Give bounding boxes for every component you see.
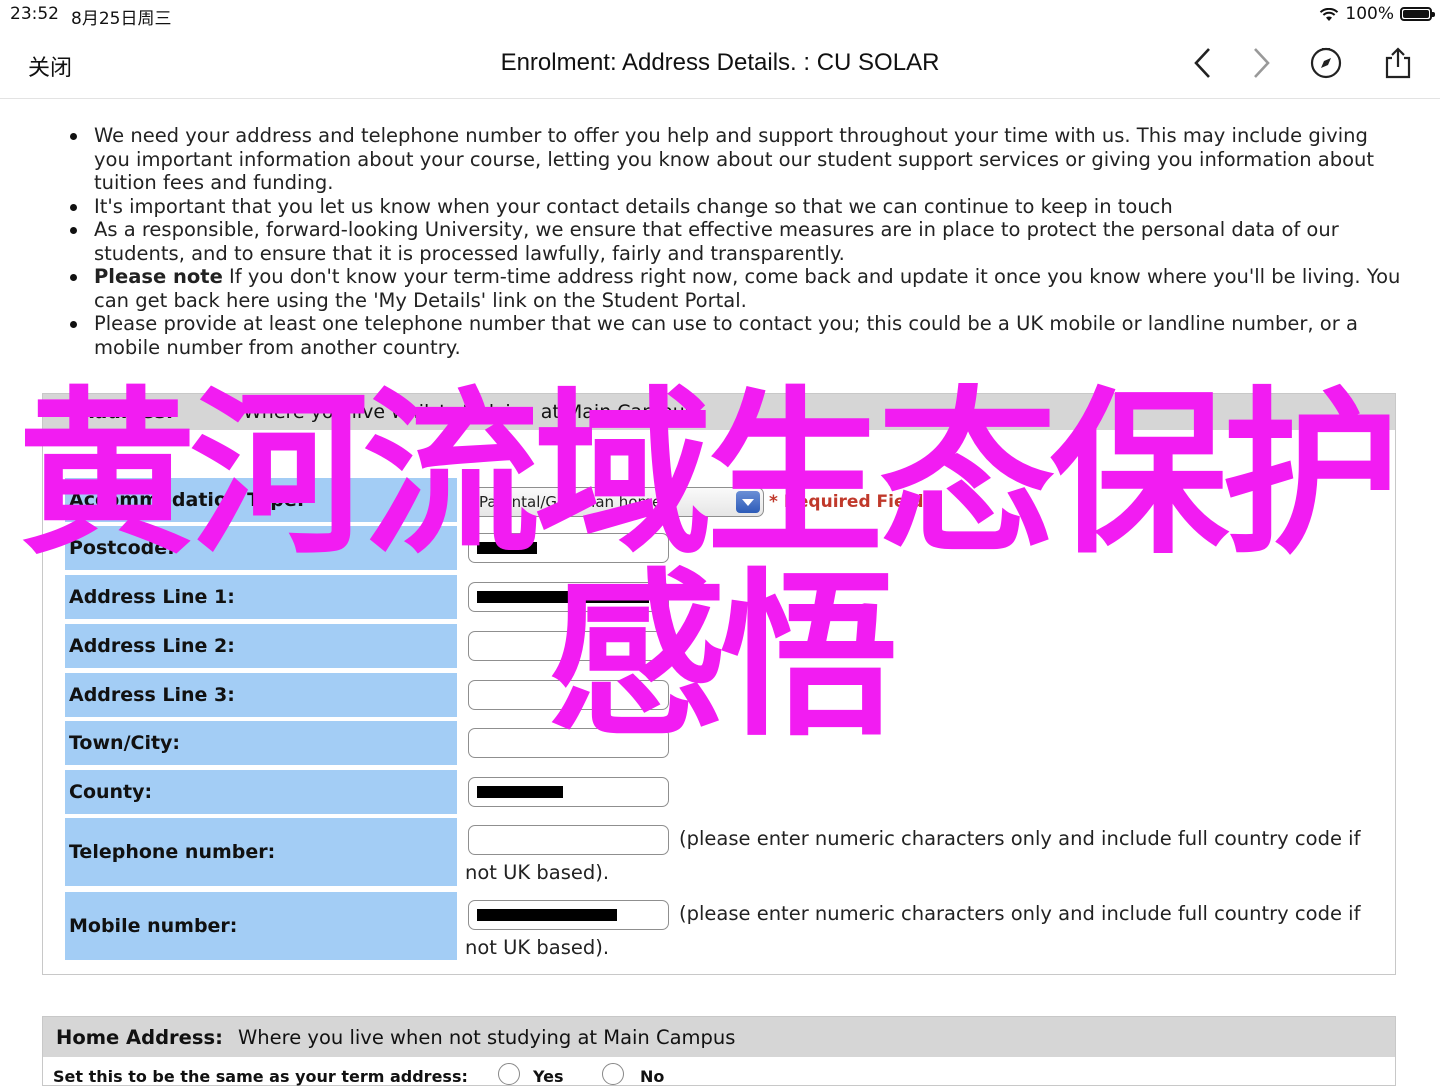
home-address-subheading: Where you live when not studying at Main… <box>238 1026 736 1049</box>
status-bar: 23:52 8月25日周三 100% <box>0 0 1440 29</box>
home-address-header: Home Address: Where you live when not st… <box>43 1017 1395 1057</box>
address-line-3-label: Address Line 3: <box>65 673 457 717</box>
radio-yes-label: Yes <box>533 1067 564 1086</box>
forward-chevron-icon[interactable] <box>1243 45 1279 81</box>
town-city-label: Town/City: <box>65 721 457 765</box>
status-date: 8月25日周三 <box>71 9 172 29</box>
overlay-subheadline: 感悟 <box>548 553 898 760</box>
back-chevron-icon[interactable] <box>1185 45 1221 81</box>
home-address-panel: Home Address: Where you live when not st… <box>42 1016 1396 1086</box>
battery-percent: 100% <box>1345 4 1394 24</box>
county-input[interactable] <box>468 777 669 807</box>
intro-list: We need your address and telephone numbe… <box>66 124 1406 359</box>
list-item: As a responsible, forward-looking Univer… <box>66 218 1406 265</box>
page-title: Enrolment: Address Details. : CU SOLAR <box>500 49 940 76</box>
county-label: County: <box>65 770 457 814</box>
nav-bar: 关闭 Enrolment: Address Details. : CU SOLA… <box>0 28 1440 99</box>
list-item: Please provide at least one telephone nu… <box>66 312 1406 359</box>
radio-yes[interactable] <box>498 1063 520 1085</box>
wifi-icon <box>1319 7 1339 21</box>
mobile-hint: (please enter numeric characters only an… <box>465 902 1361 959</box>
address-line-1-label: Address Line 1: <box>65 575 457 619</box>
list-item: We need your address and telephone numbe… <box>66 124 1406 195</box>
overlay-headline: 黄河流域生态保护 <box>18 371 1400 578</box>
address-line-2-label: Address Line 2: <box>65 624 457 668</box>
list-item: Please note If you don't know your term-… <box>66 265 1406 312</box>
compass-icon[interactable] <box>1308 45 1344 81</box>
home-address-heading: Home Address: <box>56 1026 223 1049</box>
telephone-label: Telephone number: <box>65 818 457 886</box>
radio-no-label: No <box>640 1067 665 1086</box>
telephone-hint: (please enter numeric characters only an… <box>465 827 1361 884</box>
mobile-label: Mobile number: <box>65 892 457 960</box>
radio-no[interactable] <box>602 1063 624 1085</box>
list-item: It's important that you let us know when… <box>66 195 1406 219</box>
battery-icon <box>1400 7 1435 21</box>
share-icon[interactable] <box>1380 45 1416 81</box>
status-time: 23:52 <box>10 4 59 24</box>
same-address-question: Set this to be the same as your term add… <box>53 1067 468 1086</box>
redacted-value <box>477 786 563 798</box>
status-right: 100% <box>1319 4 1435 24</box>
